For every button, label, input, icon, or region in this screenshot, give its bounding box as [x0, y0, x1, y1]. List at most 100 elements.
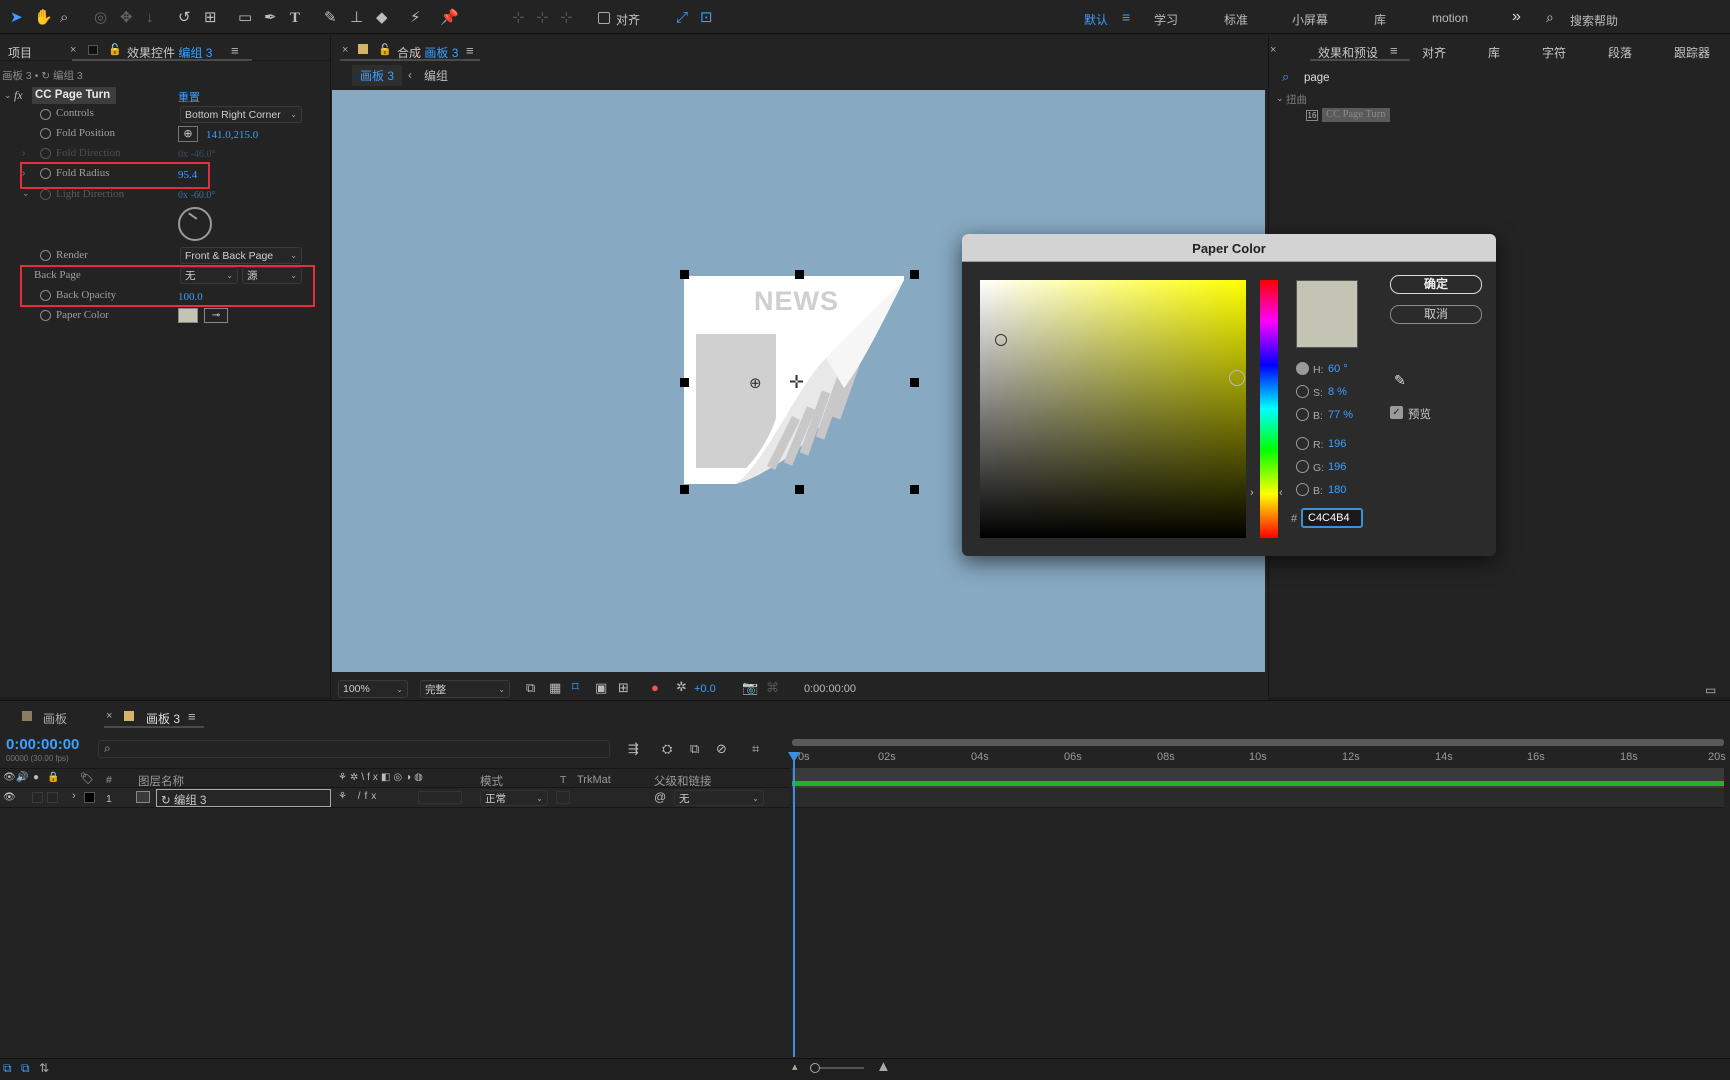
transform-handle[interactable]: [680, 485, 689, 494]
puppet-pin-tool-icon[interactable]: 📌: [440, 10, 459, 26]
workspace-learn[interactable]: 学习: [1154, 11, 1178, 28]
effect-reset-link[interactable]: 重置: [178, 89, 200, 105]
breadcrumb-item-group[interactable]: 编组: [418, 67, 454, 84]
layer-mode-dropdown[interactable]: 正常 ⌄: [480, 790, 548, 806]
rotate-tool-icon[interactable]: ↺: [178, 10, 191, 26]
tab-align[interactable]: 对齐: [1422, 44, 1446, 61]
render-dropdown[interactable]: Front & Back Page ⌄: [180, 247, 302, 264]
resolution-dropdown[interactable]: 完整 ⌄: [420, 680, 510, 698]
panel-menu-icon[interactable]: ≡: [188, 709, 196, 724]
stopwatch-icon[interactable]: [40, 128, 51, 139]
workspace-default[interactable]: 默认: [1084, 11, 1108, 28]
channels-icon[interactable]: ●: [651, 680, 659, 695]
panel-menu-icon[interactable]: ≡: [1390, 43, 1398, 58]
light-direction-value[interactable]: 0x -60.0°: [178, 190, 215, 201]
snapshot-camera-icon[interactable]: 📷: [742, 680, 758, 696]
local-axis-icon[interactable]: ⊹: [512, 10, 525, 26]
comp-settings-icon[interactable]: ⧉: [3, 1061, 12, 1076]
category-distort-label[interactable]: 扭曲: [1286, 92, 1307, 107]
exposure-value[interactable]: +0.0: [694, 683, 716, 695]
new-bin-icon[interactable]: ▭: [1705, 683, 1716, 697]
fold-position-crosshair-icon[interactable]: ✛: [789, 372, 804, 393]
pan-camera-icon[interactable]: ✥: [120, 10, 133, 26]
stopwatch-icon[interactable]: [40, 189, 51, 200]
grid-guides-icon[interactable]: ⊞: [618, 680, 629, 696]
transform-handle[interactable]: [795, 485, 804, 494]
current-time[interactable]: 0:00:00:00: [6, 736, 79, 753]
hue-left-arrow-icon[interactable]: ‹: [1279, 487, 1283, 499]
orbit-camera-icon[interactable]: ◎: [94, 10, 107, 26]
layer-duration-bar[interactable]: [792, 781, 1724, 786]
search-help-icon[interactable]: ⌕: [1546, 9, 1554, 26]
saturation-brightness-field[interactable]: [980, 280, 1246, 538]
stopwatch-icon[interactable]: [40, 310, 51, 321]
radio-hue[interactable]: [1296, 362, 1309, 375]
radio-blue[interactable]: [1296, 483, 1309, 496]
category-chevron-icon[interactable]: ⌄: [1276, 93, 1284, 104]
angle-dial[interactable]: [178, 207, 212, 241]
parent-dropdown[interactable]: 无 ⌄: [674, 790, 764, 806]
column-mode[interactable]: 模式: [480, 773, 503, 789]
effect-result-item[interactable]: CC Page Turn: [1322, 108, 1390, 122]
pen-tool-icon[interactable]: ✒: [264, 10, 277, 26]
frame-blending-icon[interactable]: ⇅: [39, 1061, 49, 1075]
stopwatch-icon[interactable]: [40, 148, 51, 159]
layer-switches-icon[interactable]: ⚘ /fx: [338, 791, 380, 802]
expand-chevron-icon[interactable]: ›: [22, 168, 25, 179]
ok-button[interactable]: 确定: [1390, 275, 1482, 294]
workspace-small-screen[interactable]: 小屏幕: [1292, 11, 1328, 28]
hex-input[interactable]: C4C4B4: [1301, 508, 1363, 528]
sb-field-cursor[interactable]: [995, 334, 1007, 346]
clone-stamp-tool-icon[interactable]: ⊥: [350, 10, 363, 26]
expand-chevron-icon[interactable]: ⌄: [22, 188, 30, 199]
close-tab-icon[interactable]: ×: [70, 44, 76, 56]
fold-position-value[interactable]: 141.0,215.0: [206, 129, 258, 141]
view-axis-icon[interactable]: ⊹: [560, 10, 573, 26]
workspace-menu-icon[interactable]: ≡: [1122, 9, 1130, 25]
layer-name-field[interactable]: ↻ 编组 3: [156, 789, 331, 807]
graph-editor-icon[interactable]: ⌗: [752, 741, 759, 757]
text-tool-icon[interactable]: T: [290, 10, 300, 26]
hue-right-arrow-icon[interactable]: ›: [1250, 487, 1254, 499]
tab-project[interactable]: 项目: [8, 44, 32, 61]
fast-previews-icon[interactable]: ⧉: [526, 680, 535, 696]
blue-value[interactable]: 180: [1328, 484, 1346, 496]
lock-column-icon[interactable]: 🔒: [47, 772, 59, 783]
panel-menu-icon[interactable]: ≡: [466, 43, 474, 58]
parent-pickwhip-icon[interactable]: @: [654, 790, 666, 804]
saturation-value[interactable]: 8 %: [1328, 386, 1347, 398]
viewer-timecode[interactable]: 0:00:00:00: [804, 683, 856, 695]
eyedropper-icon[interactable]: ⊸: [204, 308, 228, 323]
point-crosshair-icon[interactable]: ⊕: [178, 126, 198, 142]
brush-tool-icon[interactable]: ✎: [324, 10, 337, 26]
world-axis-icon[interactable]: ⊹: [536, 10, 549, 26]
breadcrumb-item-artboard[interactable]: 画板 3: [352, 64, 403, 86]
label-column-icon[interactable]: 🏷: [80, 772, 94, 785]
stopwatch-icon[interactable]: [40, 109, 51, 120]
video-visibility-icon[interactable]: 👁: [3, 772, 16, 783]
layer-visibility-icon[interactable]: 👁: [3, 792, 16, 803]
tab-artboard-3[interactable]: 画板 3: [146, 710, 180, 727]
draft-3d-icon[interactable]: ⛭: [662, 741, 672, 757]
transform-handle[interactable]: [910, 378, 919, 387]
audio-icon[interactable]: 🔊: [16, 772, 28, 783]
tab-library[interactable]: 库: [1488, 44, 1500, 61]
column-layer-name[interactable]: 图层名称: [138, 773, 184, 789]
tab-artboard[interactable]: 画板: [43, 710, 67, 727]
back-page-layer-dropdown[interactable]: 无 ⌄: [180, 267, 238, 284]
expand-chevron-icon[interactable]: ›: [22, 148, 25, 159]
transform-handle[interactable]: [680, 270, 689, 279]
hue-slider[interactable]: [1260, 280, 1278, 538]
zoom-dropdown[interactable]: 100% ⌄: [338, 680, 408, 698]
radio-brightness[interactable]: [1296, 408, 1309, 421]
rectangle-tool-icon[interactable]: ▭: [238, 10, 252, 26]
lock-icon[interactable]: 🔓: [378, 43, 392, 56]
layer-lock-box[interactable]: [47, 792, 58, 803]
hue-value[interactable]: 60 °: [1328, 363, 1348, 375]
mask-visibility-icon[interactable]: ⌑: [572, 679, 579, 695]
stopwatch-icon[interactable]: [40, 250, 51, 261]
stopwatch-icon[interactable]: [40, 168, 51, 179]
layer-row[interactable]: [0, 788, 790, 808]
transform-handle[interactable]: [680, 378, 689, 387]
effect-name[interactable]: CC Page Turn: [32, 87, 116, 104]
